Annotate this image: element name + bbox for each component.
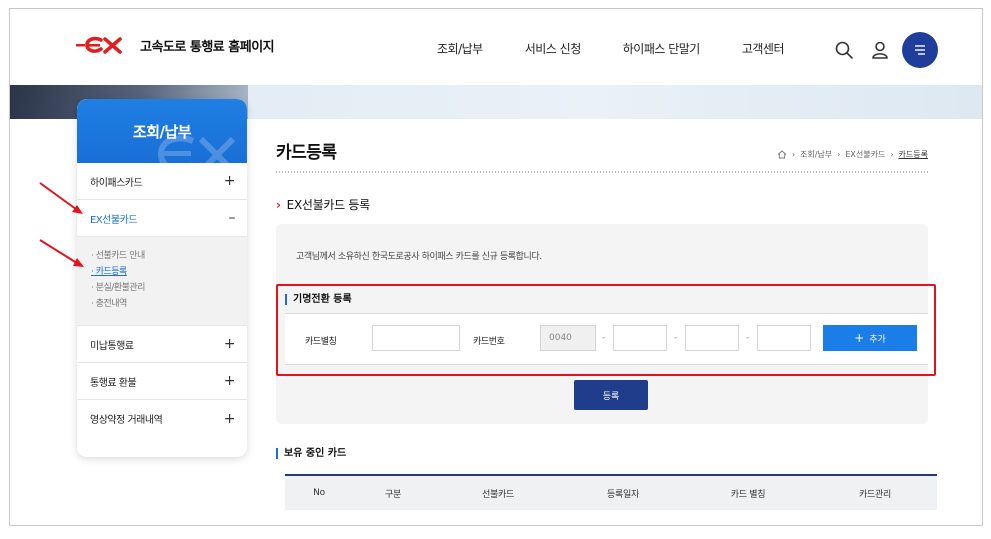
column-header: 카드관리 — [859, 489, 891, 500]
breadcrumb-item[interactable]: EX선불카드 — [845, 149, 885, 160]
side-item-unpaid-toll[interactable]: 미납통행료 + — [77, 326, 247, 363]
site-header: 고속도로 통행료 홈페이지 조회/납부 서비스 신청 하이패스 단말기 고객센터 — [10, 9, 982, 85]
breadcrumb: › 조회/납부 › EX선불카드 › 카드등록 — [777, 149, 928, 160]
sub-item-charge-history[interactable]: · 충전내역 — [91, 296, 247, 312]
title-divider — [276, 171, 928, 173]
side-menu: 조회/납부 하이패스카드 + EX선불카드 – · 선불카드 안내 · 카드등록… — [77, 99, 247, 457]
header-icons — [832, 31, 938, 68]
home-icon[interactable] — [777, 150, 787, 159]
side-item-label: EX선불카드 — [90, 214, 137, 226]
column-header: 선불카드 — [482, 489, 514, 500]
column-header: 카드 별칭 — [730, 489, 766, 500]
collapse-minus-icon: – — [228, 210, 236, 226]
nav-customer-center[interactable]: 고객센터 — [742, 40, 785, 57]
ex-logo-icon — [76, 36, 122, 54]
breadcrumb-current[interactable]: 카드등록 — [899, 149, 928, 160]
section-title: › EX선불카드 등록 — [276, 196, 370, 213]
nav-inquiry-payment[interactable]: 조회/납부 — [437, 40, 483, 57]
page-title: 카드등록 — [276, 143, 337, 163]
side-item-hipass-card[interactable]: 하이패스카드 + — [77, 163, 247, 200]
side-item-ex-prepaid-card[interactable]: EX선불카드 – — [77, 200, 247, 237]
column-header: 등록일자 — [607, 489, 639, 500]
holdings-title: 보유 중인 카드 — [276, 448, 346, 459]
side-item-label: 영상약정 거래내역 — [90, 415, 163, 426]
side-item-toll-refund[interactable]: 통행료 환불 + — [77, 363, 247, 400]
sub-item-prepaid-guide[interactable]: · 선불카드 안내 — [91, 248, 247, 264]
expand-plus-icon: + — [223, 410, 236, 427]
side-menu-title: 조회/납부 — [132, 122, 192, 141]
main-nav: 조회/납부 서비스 신청 하이패스 단말기 고객센터 — [437, 40, 826, 57]
column-header: No — [313, 488, 325, 498]
search-icon[interactable] — [832, 38, 856, 62]
highlight-annotation-box — [276, 284, 936, 376]
expand-plus-icon: + — [223, 336, 236, 352]
user-icon[interactable] — [868, 38, 892, 62]
hamburger-menu-button[interactable] — [902, 32, 938, 68]
breadcrumb-separator-icon: › — [890, 150, 894, 159]
side-submenu: · 선불카드 안내 · 카드등록 · 분실/환불관리 · 충전내역 — [77, 237, 247, 326]
holdings-table-header: No 구분 선불카드 등록일자 카드 별칭 카드관리 — [285, 474, 937, 510]
register-submit-button[interactable]: 등록 — [574, 380, 648, 410]
site-logo[interactable]: 고속도로 통행료 홈페이지 — [76, 35, 275, 55]
hamburger-icon — [915, 45, 925, 55]
section-title-text: EX선불카드 등록 — [286, 198, 370, 212]
sub-item-lost-refund[interactable]: · 분실/환불관리 — [91, 280, 247, 296]
side-item-video-agreement[interactable]: 영상약정 거래내역 + — [77, 400, 247, 437]
side-item-label: 미납통행료 — [90, 340, 134, 352]
expand-plus-icon: + — [223, 173, 236, 189]
logo-text: 고속도로 통행료 홈페이지 — [140, 39, 275, 55]
nav-hipass-terminal[interactable]: 하이패스 단말기 — [623, 40, 701, 57]
expand-plus-icon: + — [223, 373, 236, 389]
breadcrumb-item[interactable]: 조회/납부 — [800, 149, 832, 160]
breadcrumb-separator-icon: › — [791, 150, 796, 159]
side-menu-header: 조회/납부 — [77, 99, 247, 163]
sub-item-card-register[interactable]: · 카드등록 — [91, 264, 247, 280]
column-header: 구분 — [385, 489, 401, 500]
side-item-label: 하이패스카드 — [90, 177, 143, 189]
side-item-label: 통행료 환불 — [90, 377, 137, 389]
nav-service-request[interactable]: 서비스 신청 — [525, 40, 582, 57]
chevron-right-icon: › — [276, 197, 281, 212]
notice-text: 고객님께서 소유하신 한국도로공사 하이패스 카드를 신규 등록합니다. — [296, 252, 542, 262]
breadcrumb-separator-icon: › — [837, 150, 841, 159]
